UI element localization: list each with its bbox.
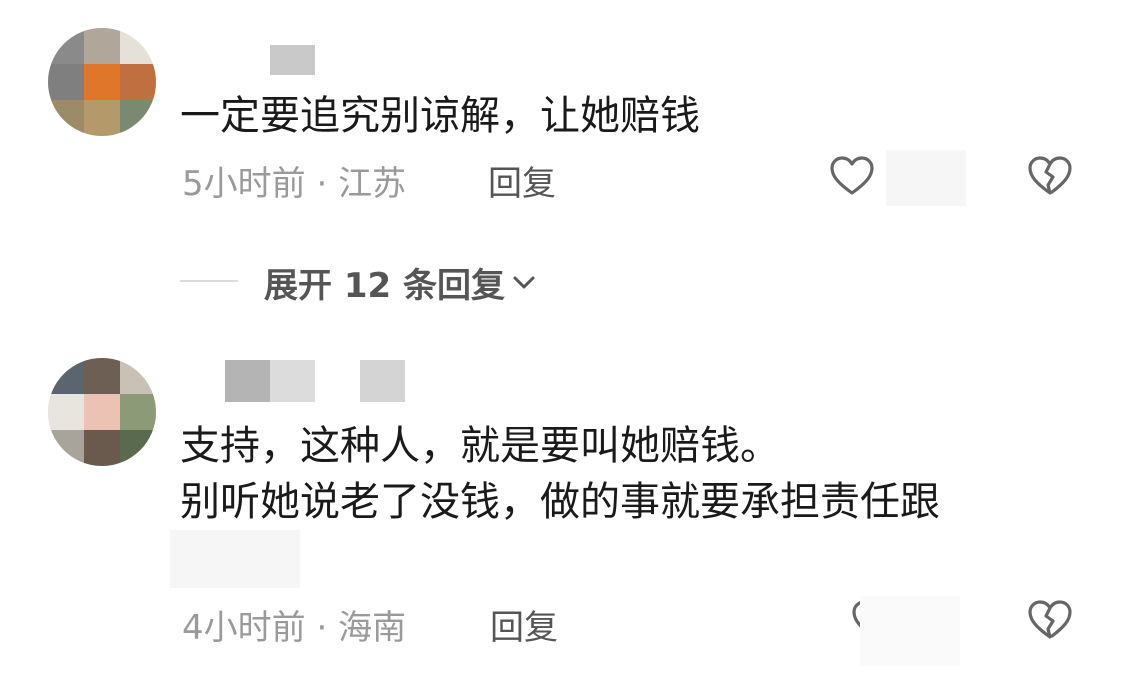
comment-time: 4小时前 <box>182 608 306 648</box>
avatar[interactable] <box>48 28 156 136</box>
username-redacted[interactable] <box>225 360 270 402</box>
expand-replies-label: 展开 12 条回复 <box>264 266 505 306</box>
comment-meta: 4小时前 · 海南 <box>182 600 406 649</box>
avatar[interactable] <box>48 358 156 466</box>
like-count-redacted <box>860 596 960 666</box>
broken-heart-icon[interactable] <box>1026 596 1074 644</box>
meta-separator: · <box>305 608 339 648</box>
comment-time: 5小时前 <box>182 164 306 204</box>
like-count-redacted <box>886 150 966 206</box>
comment-text: 别听她说老了没钱，做的事就要承担责任跟 <box>180 479 940 525</box>
broken-heart-icon[interactable] <box>1026 152 1074 200</box>
comment-location: 海南 <box>338 608 407 648</box>
chevron-down-icon <box>513 276 535 288</box>
heart-outline-icon[interactable] <box>828 152 876 200</box>
reply-button[interactable]: 回复 <box>490 600 558 649</box>
expand-replies-button[interactable]: 展开 12 条回复 <box>264 258 539 307</box>
comment-text: 一定要追究别谅解，让她赔钱 <box>180 93 700 139</box>
username-redacted[interactable] <box>270 45 315 75</box>
username-redacted <box>270 360 315 402</box>
comment-location: 江苏 <box>338 164 407 204</box>
divider <box>180 280 238 282</box>
comment-text-redacted <box>170 530 300 588</box>
reply-button[interactable]: 回复 <box>488 156 556 205</box>
username-redacted <box>360 360 405 402</box>
comment-text: 支持，这种人，就是要叫她赔钱。 <box>180 423 780 469</box>
comment-meta: 5小时前 · 江苏 <box>182 156 406 205</box>
meta-separator: · <box>305 164 339 204</box>
